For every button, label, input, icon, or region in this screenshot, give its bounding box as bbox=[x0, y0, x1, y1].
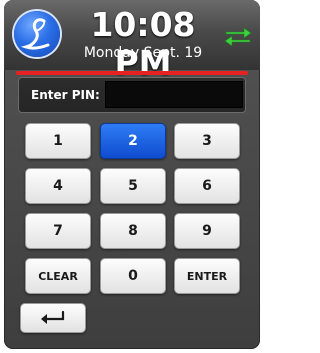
key-4[interactable]: 4 bbox=[25, 168, 91, 204]
pin-label: Enter PIN: bbox=[31, 88, 100, 102]
key-8[interactable]: 8 bbox=[100, 213, 166, 249]
key-7[interactable]: 7 bbox=[25, 213, 91, 249]
key-2[interactable]: 2 bbox=[100, 123, 166, 159]
enter-button[interactable]: ENTER bbox=[174, 258, 240, 294]
pin-input[interactable] bbox=[105, 81, 243, 108]
key-9[interactable]: 9 bbox=[174, 213, 240, 249]
clear-button[interactable]: CLEAR bbox=[25, 258, 91, 294]
key-5[interactable]: 5 bbox=[100, 168, 166, 204]
header-bar: 10:08 PM Monday Sept. 19 bbox=[4, 0, 260, 82]
return-arrow-icon bbox=[41, 310, 65, 324]
key-0[interactable]: 0 bbox=[100, 258, 166, 294]
back-button[interactable] bbox=[20, 303, 86, 333]
pin-entry-panel: Enter PIN: bbox=[18, 77, 246, 113]
sync-arrows-icon bbox=[224, 27, 252, 46]
key-6[interactable]: 6 bbox=[174, 168, 240, 204]
key-1[interactable]: 1 bbox=[25, 123, 91, 159]
clock-date: Monday Sept. 19 bbox=[83, 45, 203, 61]
script-l-logo-icon bbox=[14, 11, 60, 57]
header-divider bbox=[16, 71, 248, 75]
key-3[interactable]: 3 bbox=[174, 123, 240, 159]
pin-pad-device: 10:08 PM Monday Sept. 19 Enter PIN: 1 2 … bbox=[4, 0, 260, 349]
